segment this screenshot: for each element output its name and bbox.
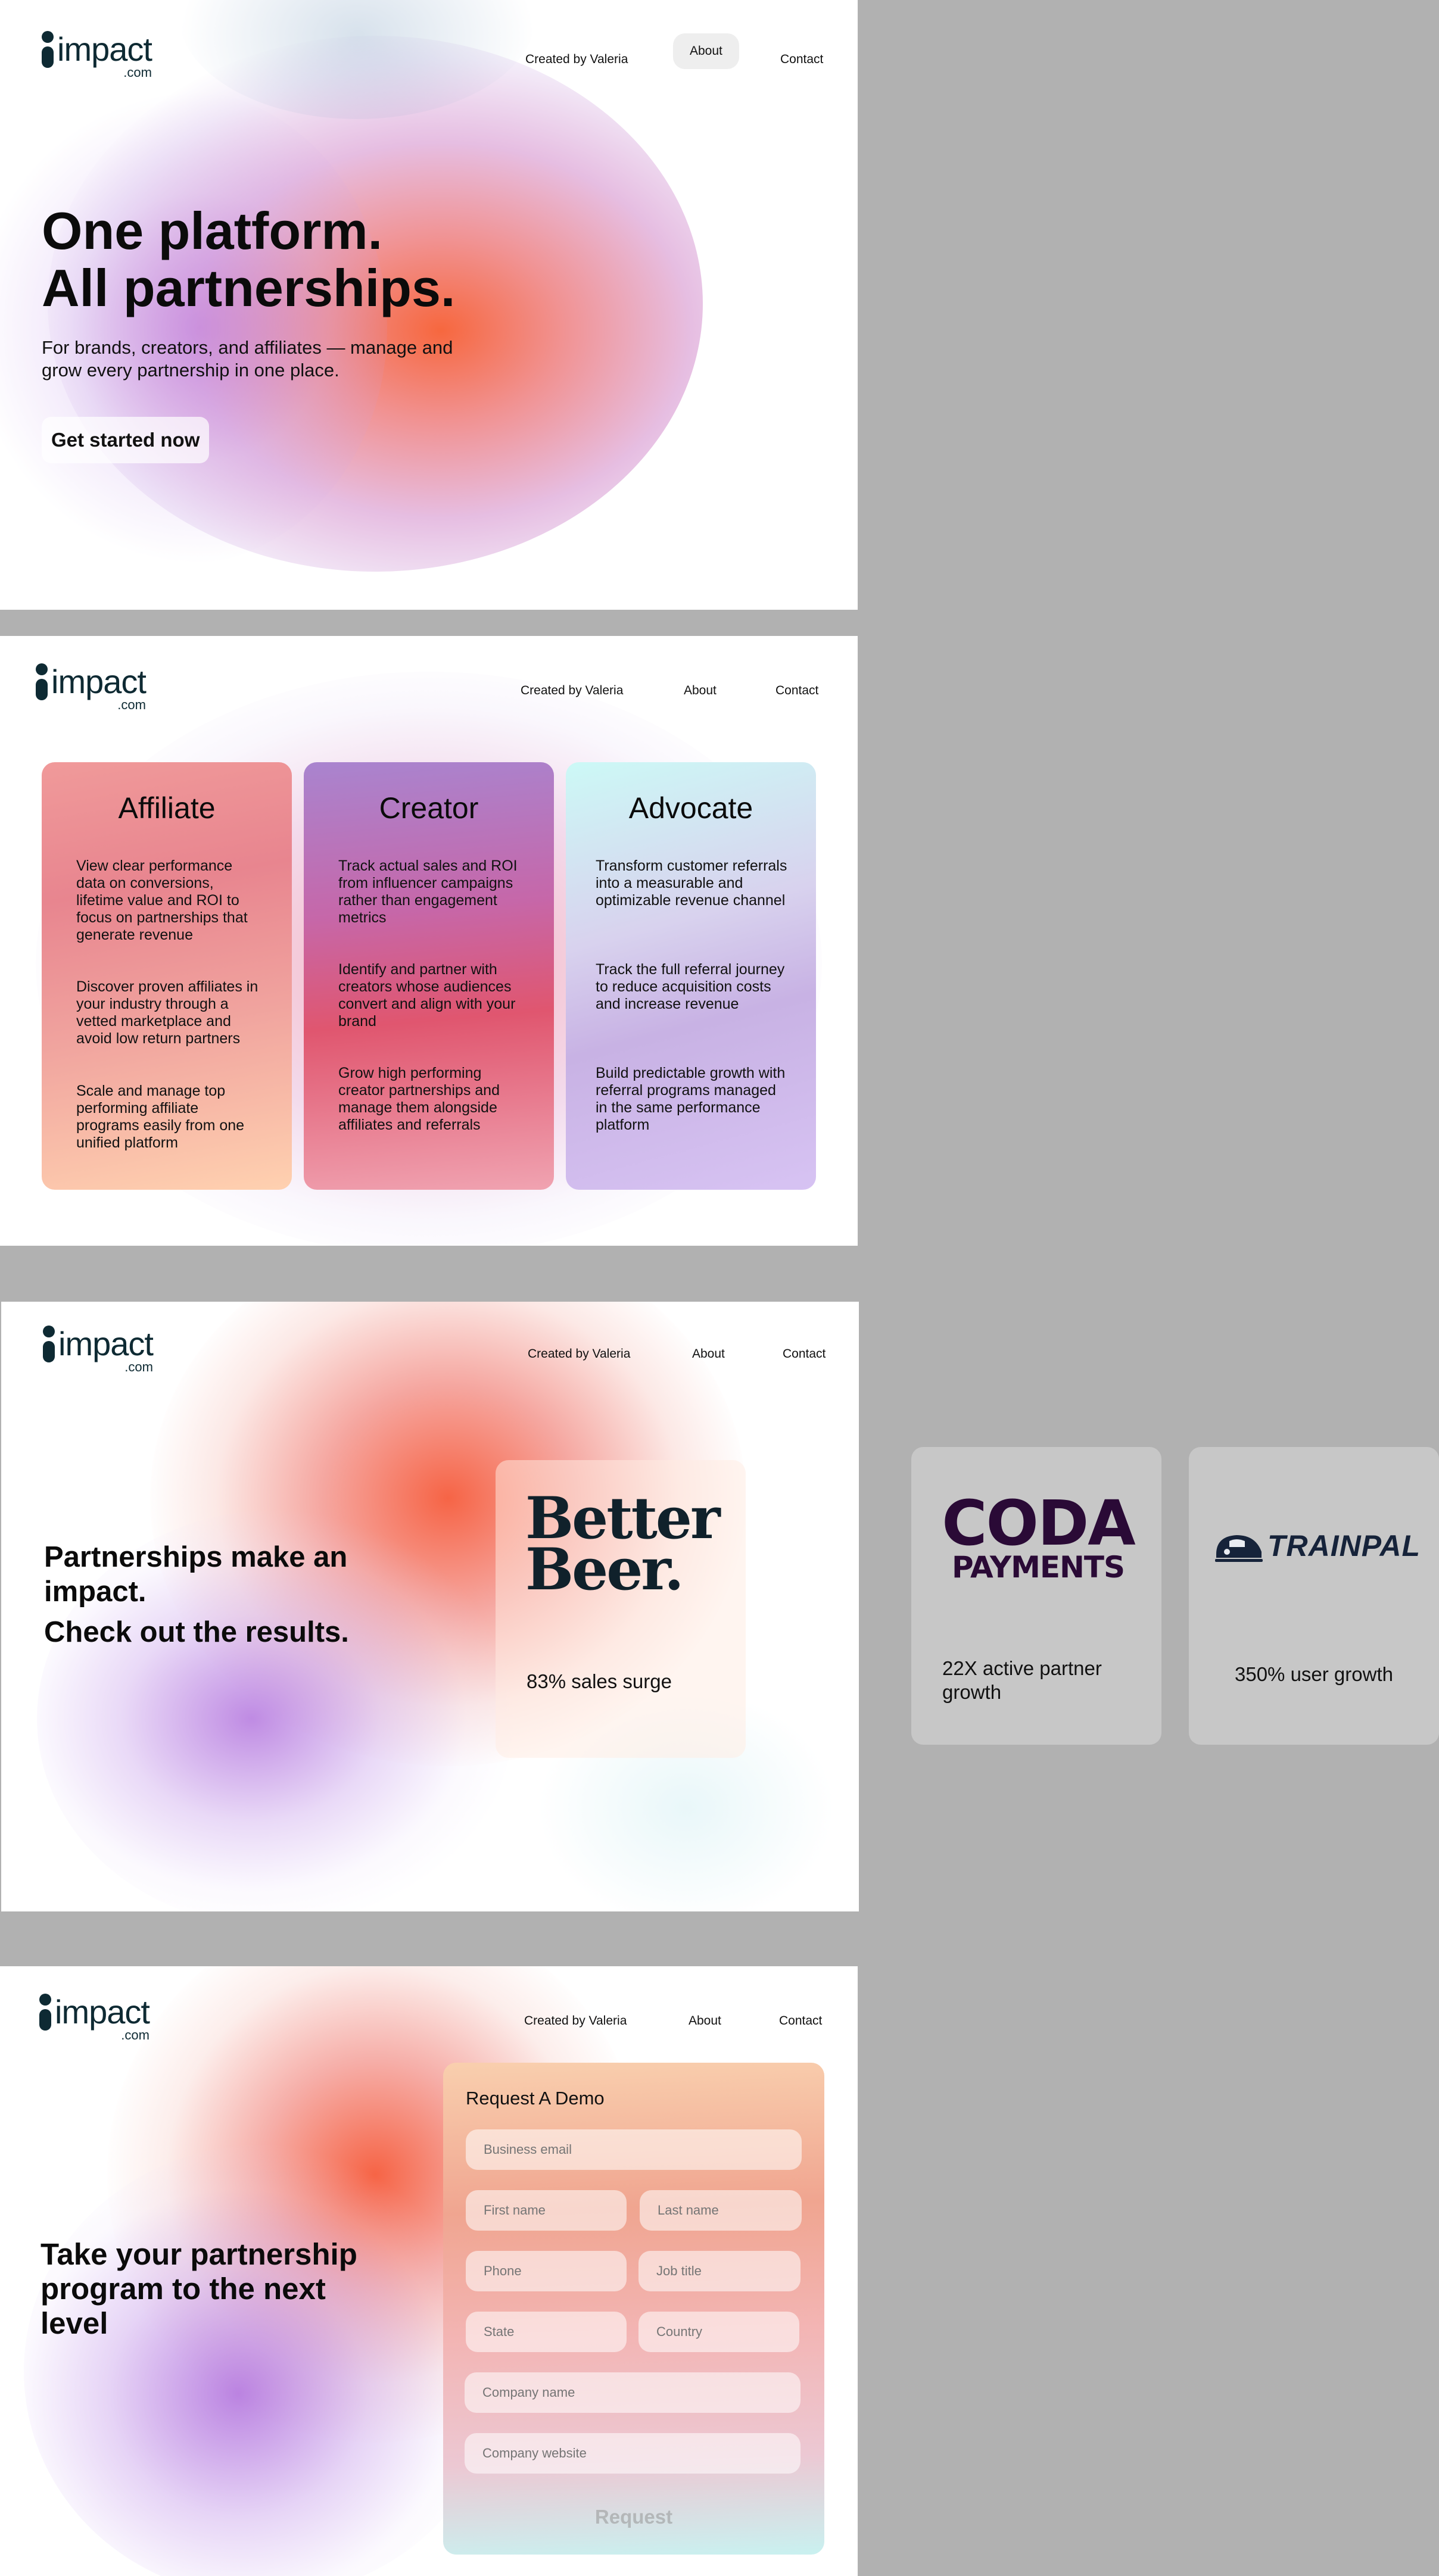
hero-title-line2: All partnerships. [42, 258, 456, 317]
results-title-line1: Partnerships make an impact. [44, 1541, 348, 1608]
card-point: Transform customer referrals into a meas… [596, 857, 787, 909]
logo-domain: .com [123, 65, 152, 80]
logo-word: impact [55, 1993, 150, 2031]
advocate-card: Advocate Transform customer referrals in… [566, 762, 816, 1190]
train-icon [1215, 1535, 1263, 1562]
card-point: Identify and partner with creators whose… [338, 961, 516, 1030]
impact-logo[interactable]: impact .com [36, 663, 147, 712]
case-stat: 350% user growth [1235, 1663, 1393, 1685]
hero-subtitle: For brands, creators, and affiliates — m… [42, 337, 453, 381]
frame-audiences: impact .com Created by Valeria About Cont… [0, 636, 858, 1246]
nav-contact[interactable]: Contact [759, 673, 835, 709]
country-field[interactable] [638, 2312, 799, 2352]
logo-mark-icon [42, 31, 54, 68]
impact-logo[interactable]: impact .com [42, 30, 152, 79]
company-website-field[interactable] [465, 2433, 801, 2474]
case-stat: 22X active partner growth [942, 1657, 1102, 1703]
demo-heading: Take your partnership program to the nex… [41, 2237, 357, 2340]
hero-title-line1: One platform. [42, 201, 383, 260]
logo-word: impact [51, 663, 147, 700]
top-nav: impact .com Created by Valeria About Cont… [0, 1966, 858, 2073]
coda-payments-card[interactable]: CODA PAYMENTS 22X active partner growth [911, 1447, 1161, 1745]
logo-mark-icon [39, 1994, 51, 2031]
nav-about[interactable]: About [673, 33, 739, 69]
business-email-field[interactable] [466, 2129, 802, 2170]
card-point: Scale and manage top performing affiliat… [76, 1083, 245, 1151]
creator-card: Creator Track actual sales and ROI from … [304, 762, 554, 1190]
better-beer-card[interactable]: Better Beer. 83% sales surge [496, 1460, 746, 1758]
affiliate-card: Affiliate View clear performance data on… [42, 762, 292, 1190]
nav-contact[interactable]: Contact [766, 1336, 842, 1372]
form-title: Request A Demo [466, 2088, 605, 2109]
card-title: Creator [379, 791, 479, 825]
logo-mark-icon [43, 1326, 55, 1362]
nav-contact[interactable]: Contact [762, 2003, 839, 2039]
trainpal-card[interactable]: TRAINPAL 350% user growth [1189, 1447, 1439, 1745]
card-point: Build predictable growth with referral p… [596, 1065, 786, 1133]
request-button[interactable]: Request [443, 2506, 824, 2528]
card-point: View clear performance data on conversio… [76, 857, 248, 943]
results-title-line2: Check out the results. [44, 1616, 349, 1648]
first-name-field[interactable] [466, 2190, 627, 2231]
better-beer-logo: Better Beer. [525, 1485, 721, 1603]
card-title: Affiliate [118, 791, 216, 825]
frame-demo: impact .com Created by Valeria About Cont… [0, 1966, 858, 2576]
get-started-button[interactable]: Get started now [42, 417, 210, 463]
nav-about[interactable]: About [675, 1336, 742, 1372]
request-demo-form: Request A Demo Request [443, 2063, 824, 2555]
nav-about[interactable]: About [672, 2003, 738, 2039]
top-nav: impact .com Created by Valeria About Cont… [1, 1302, 859, 1409]
logo-domain: .com [124, 1359, 153, 1374]
logo-domain: .com [117, 697, 146, 712]
case-stat: 83% sales surge [527, 1670, 672, 1692]
frame-hero: impact .com Created by Valeria About Cont… [0, 0, 858, 610]
nav-created-by[interactable]: Created by Valeria [504, 673, 640, 709]
job-title-field[interactable] [638, 2251, 801, 2291]
results-title: Partnerships make an impact. Check out t… [44, 1540, 378, 1649]
top-nav: impact .com Created by Valeria About Cont… [0, 0, 858, 107]
logo-mark-icon [36, 663, 48, 700]
card-point: Discover proven affiliates in your indus… [76, 978, 258, 1047]
company-name-field[interactable] [465, 2372, 801, 2413]
logo-domain: .com [121, 2028, 149, 2042]
state-field[interactable] [466, 2312, 627, 2352]
impact-logo[interactable]: impact .com [39, 1993, 150, 2042]
nav-created-by[interactable]: Created by Valeria [507, 2003, 643, 2039]
card-point: Grow high performing creator partnership… [338, 1065, 500, 1133]
card-point: Track the full referral journey to reduc… [596, 961, 785, 1012]
hero-title: One platform. All partnerships. [42, 202, 455, 317]
top-nav: impact .com Created by Valeria About Cont… [0, 636, 858, 743]
logo-word: impact [57, 30, 152, 68]
phone-field[interactable] [466, 2251, 627, 2291]
nav-created-by[interactable]: Created by Valeria [509, 42, 644, 77]
impact-logo[interactable]: impact .com [43, 1325, 154, 1374]
last-name-field[interactable] [640, 2190, 802, 2231]
nav-contact[interactable]: Contact [764, 42, 840, 77]
card-title: Advocate [628, 791, 753, 825]
nav-about[interactable]: About [667, 673, 733, 709]
nav-created-by[interactable]: Created by Valeria [511, 1336, 647, 1372]
coda-payments-logo: CODA PAYMENTS [942, 1487, 1136, 1585]
frame-results: impact .com Created by Valeria About Cont… [1, 1302, 859, 1911]
card-point: Track actual sales and ROI from influenc… [338, 857, 518, 926]
logo-word: impact [58, 1325, 154, 1362]
trainpal-logo: TRAINPAL [1213, 1528, 1421, 1564]
